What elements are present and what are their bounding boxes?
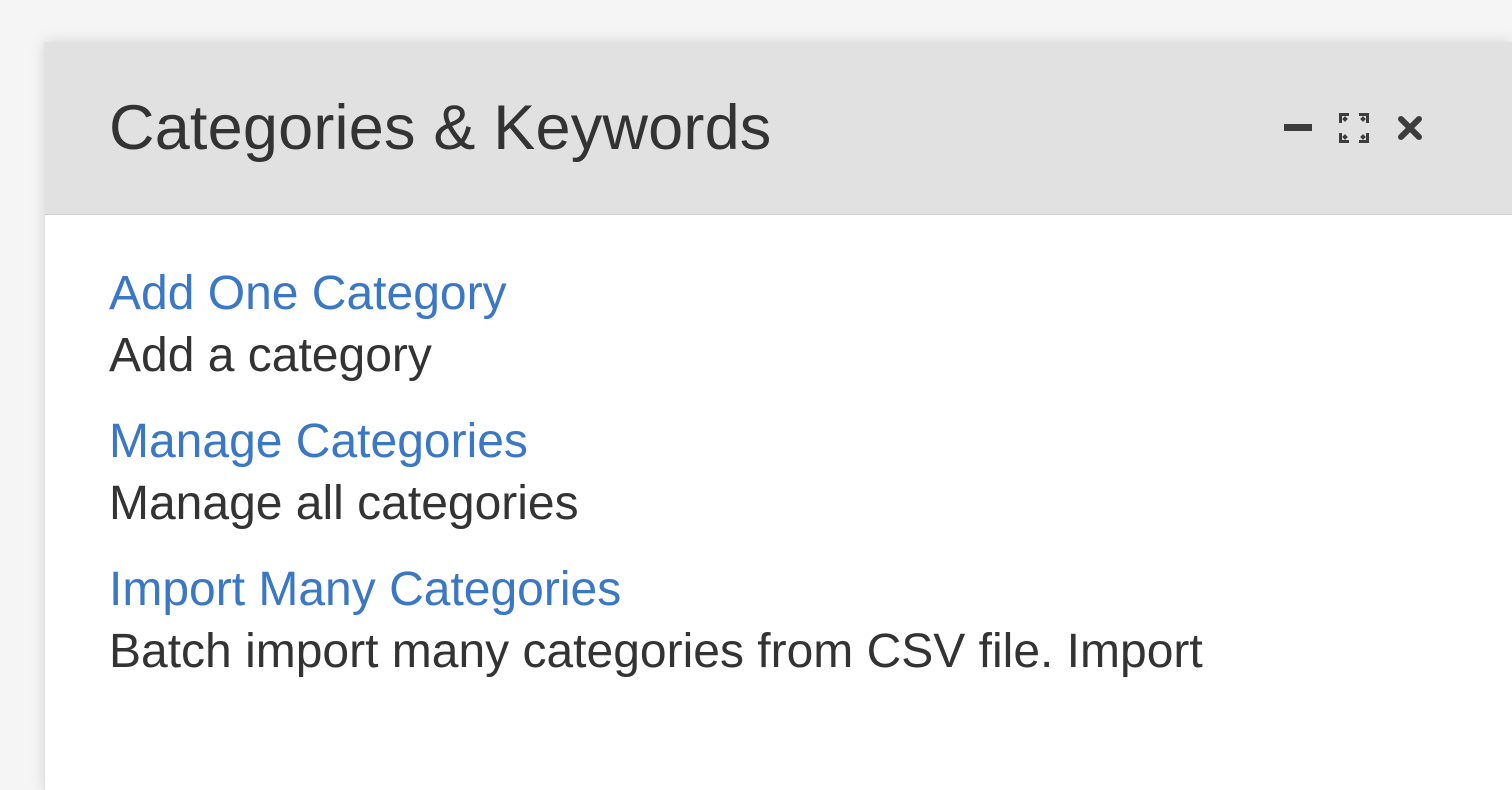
list-item-import-categories: Import Many Categories Batch import many… (109, 559, 1512, 683)
import-many-categories-description: Batch import many categories from CSV fi… (109, 625, 1203, 678)
minimize-icon[interactable] (1279, 109, 1317, 147)
list-item-add-category: Add One Category Add a category (109, 263, 1512, 387)
add-one-category-description: Add a category (109, 329, 432, 382)
widget-title: Categories & Keywords (109, 93, 772, 163)
widget-panel: Categories & Keywords Add One Category A… (44, 42, 1512, 790)
expand-icon[interactable] (1335, 109, 1373, 147)
close-icon[interactable] (1391, 109, 1429, 147)
manage-categories-link[interactable]: Manage Categories (109, 411, 1512, 473)
widget-controls (1279, 98, 1429, 158)
widget-body: Add One Category Add a category Manage C… (45, 215, 1512, 683)
manage-categories-description: Manage all categories (109, 477, 579, 530)
import-many-categories-link[interactable]: Import Many Categories (109, 559, 1512, 621)
widget-header: Categories & Keywords (45, 42, 1512, 215)
add-one-category-link[interactable]: Add One Category (109, 263, 1512, 325)
list-item-manage-categories: Manage Categories Manage all categories (109, 411, 1512, 535)
